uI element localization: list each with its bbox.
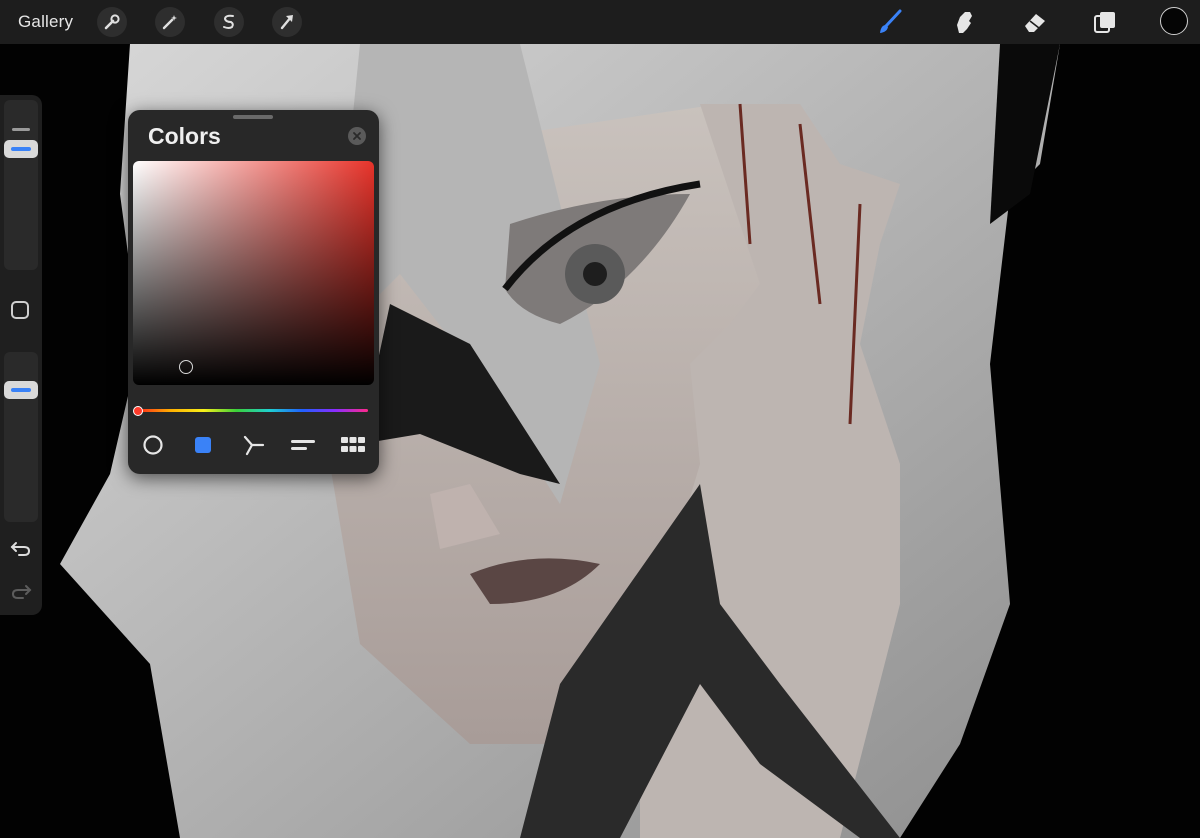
undo-button[interactable] — [9, 537, 33, 559]
hue-slider[interactable] — [138, 409, 368, 412]
hue-knob[interactable] — [133, 406, 143, 416]
redo-icon — [11, 585, 32, 599]
palettes-mode-tab[interactable] — [340, 432, 366, 458]
selection-s-icon — [223, 14, 234, 29]
saturation-brightness-field[interactable] — [133, 161, 374, 385]
opacity-slider[interactable] — [4, 352, 38, 522]
color-picker-cursor[interactable] — [179, 360, 193, 374]
opacity-knob[interactable] — [4, 381, 38, 399]
brush-icon — [880, 9, 902, 33]
layers-tool[interactable] — [1091, 8, 1119, 36]
transform-button[interactable] — [272, 7, 302, 37]
left-sidebar — [0, 95, 42, 615]
harmony-mode-tab[interactable] — [241, 432, 267, 458]
redo-button[interactable] — [9, 580, 33, 602]
wrench-icon — [104, 14, 120, 30]
brush-size-knob[interactable] — [4, 140, 38, 158]
classic-square-icon — [195, 437, 211, 453]
top-toolbar: Gallery — [0, 0, 1200, 44]
harmony-icon — [243, 435, 265, 456]
slider-tick — [12, 128, 30, 131]
actions-button[interactable] — [97, 7, 127, 37]
classic-mode-tab[interactable] — [190, 432, 216, 458]
value-sliders-icon — [291, 440, 315, 450]
disc-icon — [143, 435, 163, 455]
adjustments-button[interactable] — [155, 7, 185, 37]
eraser-tool[interactable] — [1021, 8, 1049, 36]
current-color-button[interactable] — [1160, 7, 1188, 35]
selection-button[interactable] — [214, 7, 244, 37]
gallery-button[interactable]: Gallery — [18, 12, 73, 32]
smudge-tool[interactable] — [950, 8, 978, 36]
magic-wand-icon — [162, 15, 177, 30]
close-icon — [353, 132, 361, 140]
transform-arrow-icon — [280, 15, 293, 30]
eraser-icon — [1025, 14, 1045, 32]
disc-mode-tab[interactable] — [140, 432, 166, 458]
brush-size-slider[interactable] — [4, 100, 38, 270]
modify-square-icon[interactable] — [11, 301, 29, 319]
panel-grabber[interactable] — [233, 115, 273, 119]
value-mode-tab[interactable] — [290, 432, 316, 458]
panel-title: Colors — [148, 123, 221, 149]
palette-grid-icon — [341, 437, 365, 452]
close-button[interactable] — [348, 127, 366, 145]
brush-tool[interactable] — [876, 8, 904, 36]
colors-panel: Colors — [128, 110, 379, 474]
smudge-icon — [957, 12, 972, 33]
undo-icon — [10, 542, 31, 556]
layers-icon — [1094, 12, 1115, 33]
